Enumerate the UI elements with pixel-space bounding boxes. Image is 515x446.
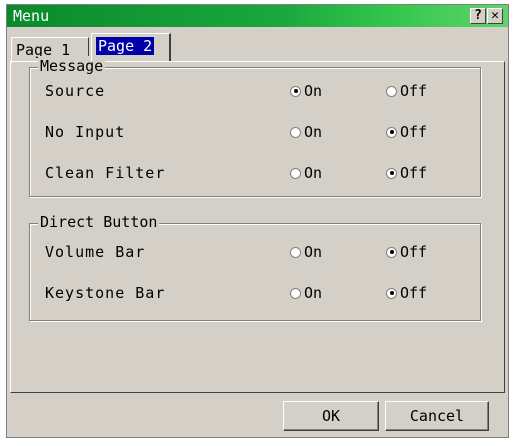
radio-dot: [290, 246, 301, 258]
tab-page-2[interactable]: Page 2: [91, 33, 171, 61]
message-group: Message Source On Off No Input On Off Cl…: [29, 56, 481, 197]
group-title: Direct Button: [38, 212, 160, 232]
row-label: Keystone Bar: [45, 284, 166, 302]
radio-volume-bar-off[interactable]: Off: [386, 243, 427, 261]
radio-dot: [386, 246, 397, 258]
radio-clean-filter-on[interactable]: On: [290, 164, 322, 182]
radio-no-input-on[interactable]: On: [290, 123, 322, 141]
radio-label: Off: [400, 123, 428, 141]
radio-label: On: [304, 284, 323, 302]
title-bar[interactable]: Menu ? ✕: [7, 5, 508, 27]
ok-button[interactable]: OK: [283, 401, 379, 431]
radio-label: Off: [400, 82, 428, 100]
radio-label: On: [304, 123, 323, 141]
direct-button-group: Direct Button Volume Bar On Off Keystone…: [29, 212, 481, 321]
radio-label: On: [304, 243, 323, 261]
radio-dot: [290, 287, 301, 299]
setting-row-keystone-bar: Keystone Bar On Off: [30, 281, 480, 305]
radio-label: Off: [400, 164, 428, 182]
row-label: Source: [45, 82, 106, 100]
setting-row-volume-bar: Volume Bar On Off: [30, 240, 480, 264]
radio-keystone-bar-on[interactable]: On: [290, 284, 322, 302]
cancel-button[interactable]: Cancel: [385, 401, 489, 431]
radio-label: Off: [400, 243, 428, 261]
setting-row-source: Source On Off: [30, 79, 480, 103]
menu-dialog: Menu ? ✕ Page 1 Page 2 Message Source On…: [6, 4, 509, 438]
radio-keystone-bar-off[interactable]: Off: [386, 284, 427, 302]
close-button[interactable]: ✕: [487, 8, 503, 24]
radio-dot: [290, 167, 301, 179]
row-label: Volume Bar: [45, 243, 146, 261]
radio-label: On: [304, 164, 323, 182]
row-label: No Input: [45, 123, 126, 141]
radio-clean-filter-off[interactable]: Off: [386, 164, 427, 182]
radio-no-input-off[interactable]: Off: [386, 123, 427, 141]
row-label: Clean Filter: [45, 164, 166, 182]
radio-dot: [386, 85, 397, 97]
close-icon: ✕: [491, 8, 499, 23]
setting-row-no-input: No Input On Off: [30, 120, 480, 144]
window-title: Menu: [13, 7, 50, 25]
tab-label: Page 2: [96, 37, 155, 55]
radio-dot: [290, 126, 301, 138]
radio-source-on[interactable]: On: [290, 82, 322, 100]
radio-dot: [386, 167, 397, 179]
help-button[interactable]: ?: [470, 8, 486, 24]
radio-source-off[interactable]: Off: [386, 82, 427, 100]
radio-dot: [386, 287, 397, 299]
setting-row-clean-filter: Clean Filter On Off: [30, 161, 480, 185]
radio-volume-bar-on[interactable]: On: [290, 243, 322, 261]
radio-dot: [386, 126, 397, 138]
radio-label: On: [304, 82, 323, 100]
radio-dot: [290, 85, 301, 97]
radio-label: Off: [400, 284, 428, 302]
